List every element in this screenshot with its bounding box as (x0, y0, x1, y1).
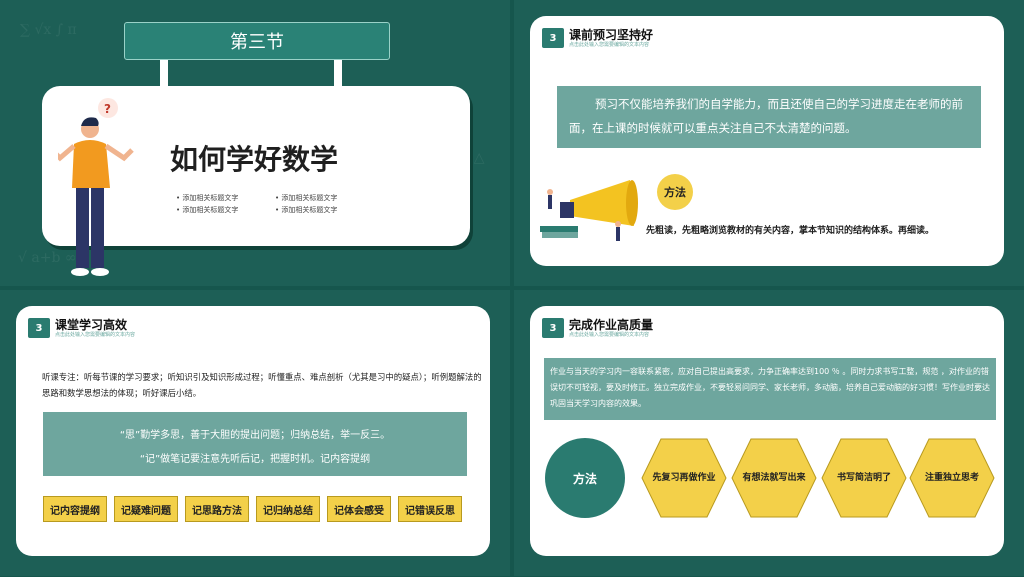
note-tag: 记错误反思 (398, 496, 462, 522)
method-label-circle: 方法 (657, 174, 693, 210)
slide-2[interactable]: 3 课前预习坚持好 点击此处输入您需要编辑的文本内容 预习不仅能培养我们的自学能… (514, 0, 1024, 286)
content-card (530, 306, 1004, 556)
section-subtitle: 点击此处输入您需要编辑的文本内容 (569, 42, 650, 48)
homework-text-box: 作业与当天的学习内一容联系紧密，应对自己提出高要求，力争正确率达到100 ％ 。… (544, 358, 996, 420)
subtitle-text: • 添加相关标题文字 (176, 206, 239, 214)
thinking-person-illustration: ? (58, 98, 134, 276)
subtitle-text: • 添加相关标题文字 (275, 206, 338, 214)
banner-post (334, 60, 342, 86)
megaphone-illustration (540, 180, 638, 241)
section-subtitle: 点击此处输入您需要编辑的文本内容 (569, 332, 650, 338)
subtitle-text: • 添加相关标题文字 (176, 194, 239, 202)
note-tag: 记疑难问题 (114, 496, 178, 522)
note-tags: 记内容提纲 记疑难问题 记思路方法 记归纳总结 记体会感受 记错误反思 (43, 496, 462, 522)
background-pattern: ∑ √x ∫ π (20, 22, 77, 38)
slide-4[interactable]: 3 完成作业高质量 点击此处输入您需要编辑的文本内容 作业与当天的学习内一容联系… (514, 290, 1024, 576)
section-number-badge: 3 (28, 318, 50, 338)
note-tag: 记思路方法 (185, 496, 249, 522)
tip-hexagon: 书写简洁明了 (821, 438, 907, 518)
think-record-box: “思”勤学多思，善于大胆的提出问题；归纳总结，举一反三。 “记”做笔记要注意先听… (43, 412, 467, 476)
banner-post (160, 60, 168, 86)
tip-hexagon: 先复习再做作业 (641, 438, 727, 518)
note-tag: 记体会感受 (327, 496, 391, 522)
section-number-badge: 3 (542, 28, 564, 48)
record-line: “记”做笔记要注意先听后记，把握时机。记内容提纲 (139, 454, 371, 465)
listening-paragraph: 听课专注：听每节课的学习要求；听知识引及知识形成过程；听懂重点、难点剖析（尤其是… (42, 372, 482, 398)
section-banner: 第三节 (124, 22, 390, 60)
tip-hexagon: 有想法就写出来 (731, 438, 817, 518)
slide-1[interactable]: ∑ √x ∫ π y=x² ÷ △ √ a+b ∞ 第三节 如何学好数学 • 添… (0, 0, 510, 286)
intro-text-box: 预习不仅能培养我们的自学能力，而且还使自己的学习进度走在老师的前面，在上课的时候… (557, 86, 981, 148)
tip-hexagon: 注重独立思考 (909, 438, 995, 518)
svg-text:?: ? (104, 102, 111, 116)
slide-title: 如何学好数学 (170, 143, 339, 176)
method-description: 先粗读，先粗略浏览教材的有关内容，掌本节知识的结构体系。再细读。 (646, 226, 935, 236)
method-label-circle: 方法 (545, 438, 625, 518)
think-line: “思”勤学多思，善于大胆的提出问题；归纳总结，举一反三。 (119, 430, 391, 441)
section-subtitle: 点击此处输入您需要编辑的文本内容 (55, 332, 136, 338)
note-tag: 记内容提纲 (43, 496, 107, 522)
subtitle-text: • 添加相关标题文字 (275, 194, 338, 202)
slide-3[interactable]: 3 课堂学习高效 点击此处输入您需要编辑的文本内容 听课专注：听每节课的学习要求… (0, 290, 510, 576)
note-tag: 记归纳总结 (256, 496, 320, 522)
section-number-badge: 3 (542, 318, 564, 338)
